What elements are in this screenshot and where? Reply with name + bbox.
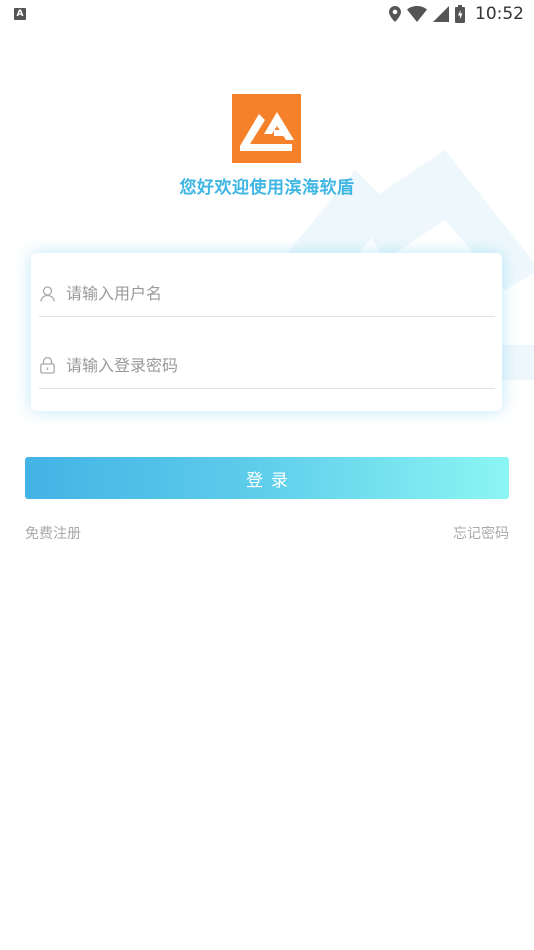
lock-icon [39,357,55,375]
battery-icon [455,5,465,23]
welcome-title: 您好欢迎使用滨海软盾 [179,178,355,198]
user-icon [39,285,55,303]
cell-signal-icon [433,6,449,22]
username-field [39,271,495,317]
password-field [39,343,495,389]
login-button[interactable]: 登录 [25,457,509,499]
clock-time: 10:52 [475,4,524,24]
app-logo-icon [232,94,301,163]
register-link[interactable]: 免费注册 [25,523,81,543]
forgot-password-link[interactable]: 忘记密码 [453,523,509,543]
wifi-icon [407,6,427,22]
password-input[interactable] [66,356,495,375]
username-input[interactable] [66,284,495,303]
a-notification-icon: A [14,8,26,20]
status-bar: A 10:52 [0,0,534,28]
login-card [31,253,502,411]
location-icon [389,6,401,22]
